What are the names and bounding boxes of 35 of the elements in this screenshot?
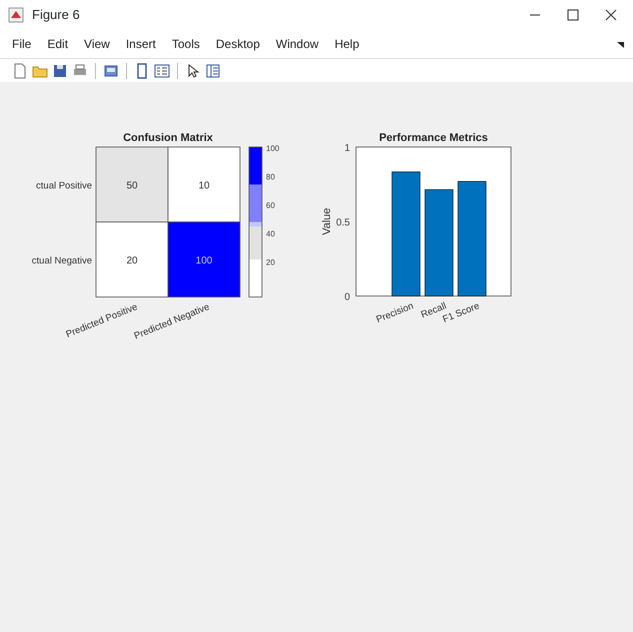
print-preview-icon[interactable] bbox=[103, 62, 119, 78]
new-file-icon[interactable] bbox=[12, 62, 28, 78]
window-title: Figure 6 bbox=[32, 6, 80, 24]
menu-item[interactable]: Insert bbox=[118, 35, 164, 53]
tick-label: 100 bbox=[266, 144, 280, 153]
cell-value: 10 bbox=[198, 180, 210, 192]
menu-item[interactable]: Tools bbox=[164, 35, 208, 53]
tick-label: 0.5 bbox=[336, 218, 350, 228]
tick-label: 1 bbox=[344, 143, 350, 154]
close-icon[interactable] bbox=[605, 9, 617, 21]
axis-label: Value bbox=[321, 208, 333, 236]
property-panel-icon[interactable] bbox=[205, 62, 221, 78]
legend-icon[interactable] bbox=[154, 62, 170, 78]
menu-item[interactable]: Help bbox=[326, 35, 368, 53]
chart-title: Confusion Matrix bbox=[123, 132, 213, 144]
tick-label: 60 bbox=[266, 201, 275, 210]
save-icon[interactable] bbox=[52, 62, 68, 78]
chart-title: Performance Metrics bbox=[379, 132, 488, 144]
menu-item[interactable]: View bbox=[76, 35, 118, 53]
app-icon bbox=[8, 7, 24, 23]
tick-label: 0 bbox=[344, 292, 350, 303]
menu-item[interactable]: Window bbox=[268, 35, 327, 53]
row-label: ctual Negative bbox=[32, 256, 92, 266]
cell-value: 50 bbox=[126, 180, 138, 192]
tick-label: 40 bbox=[266, 230, 275, 238]
cell-value: 20 bbox=[126, 256, 138, 266]
row-label: ctual Positive bbox=[36, 180, 92, 192]
maximize-icon[interactable] bbox=[567, 9, 579, 21]
dock-arrow-icon[interactable] bbox=[617, 40, 625, 48]
cell-value: 100 bbox=[196, 256, 212, 266]
menu-item[interactable]: File bbox=[4, 35, 40, 53]
menu-item[interactable]: Edit bbox=[39, 35, 76, 53]
tick-label: 20 bbox=[266, 258, 275, 267]
menu-item[interactable]: Desktop bbox=[208, 35, 268, 53]
tick-label: 80 bbox=[266, 172, 275, 182]
